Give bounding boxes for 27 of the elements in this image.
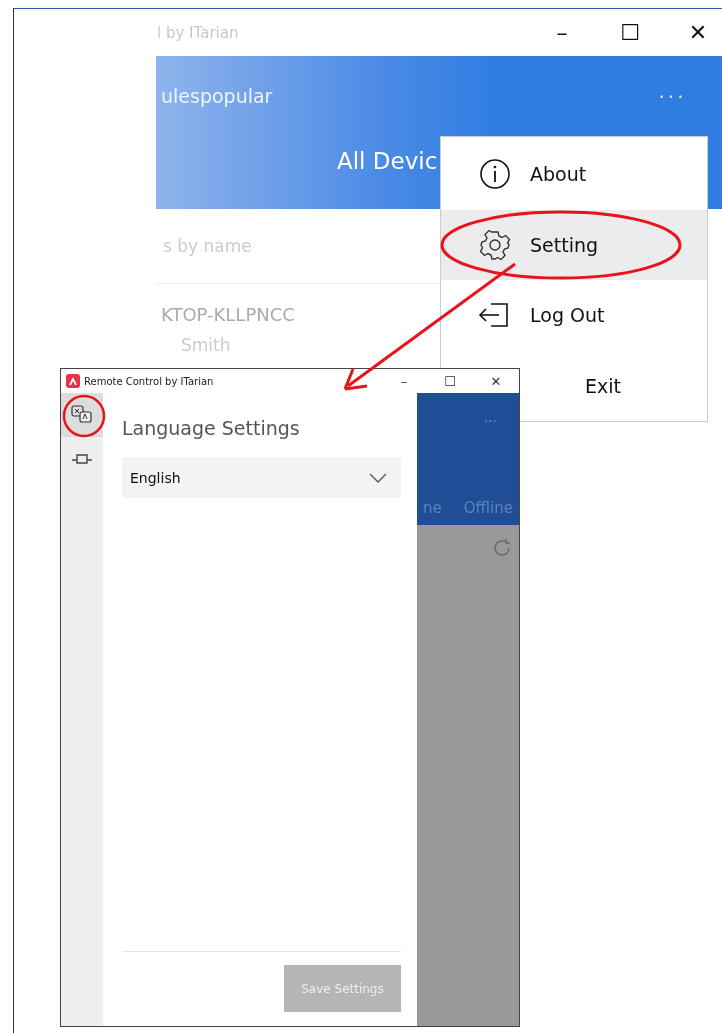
header-title: All Devic: [337, 148, 438, 174]
tab-label: ne: [423, 499, 442, 517]
highlight-circle: [62, 394, 106, 438]
plug-icon: [70, 451, 94, 467]
window-control[interactable]: ☐: [427, 370, 473, 392]
menu-item[interactable]: About: [441, 139, 707, 210]
tab-label: Offline: [463, 499, 513, 517]
window-control[interactable]: –: [381, 370, 427, 392]
menu-item[interactable]: Log Out: [441, 280, 707, 351]
section-heading: Language Settings: [122, 417, 301, 439]
window-control[interactable]: ✕: [664, 9, 722, 56]
settings-icon: [479, 228, 511, 261]
device-name: KTOP-KLLPNCC: [161, 304, 295, 325]
window-control[interactable]: –: [528, 9, 596, 56]
window-title: Remote Control by ITarian: [84, 375, 215, 387]
more-dots: ···: [483, 413, 497, 429]
info-icon: [479, 158, 511, 191]
refresh-icon: [491, 537, 513, 559]
menu-item[interactable]: Exit: [522, 350, 707, 421]
window-control[interactable]: ✕: [473, 370, 519, 392]
chevron-down-icon: [369, 472, 387, 483]
app-logo-icon: [66, 374, 80, 388]
menu-item[interactable]: Setting: [441, 209, 707, 280]
translate-icon: [70, 404, 94, 426]
language-dropdown[interactable]: English: [122, 457, 401, 498]
account-name: ulespopular: [161, 85, 273, 107]
window-control[interactable]: ☐: [596, 9, 664, 56]
